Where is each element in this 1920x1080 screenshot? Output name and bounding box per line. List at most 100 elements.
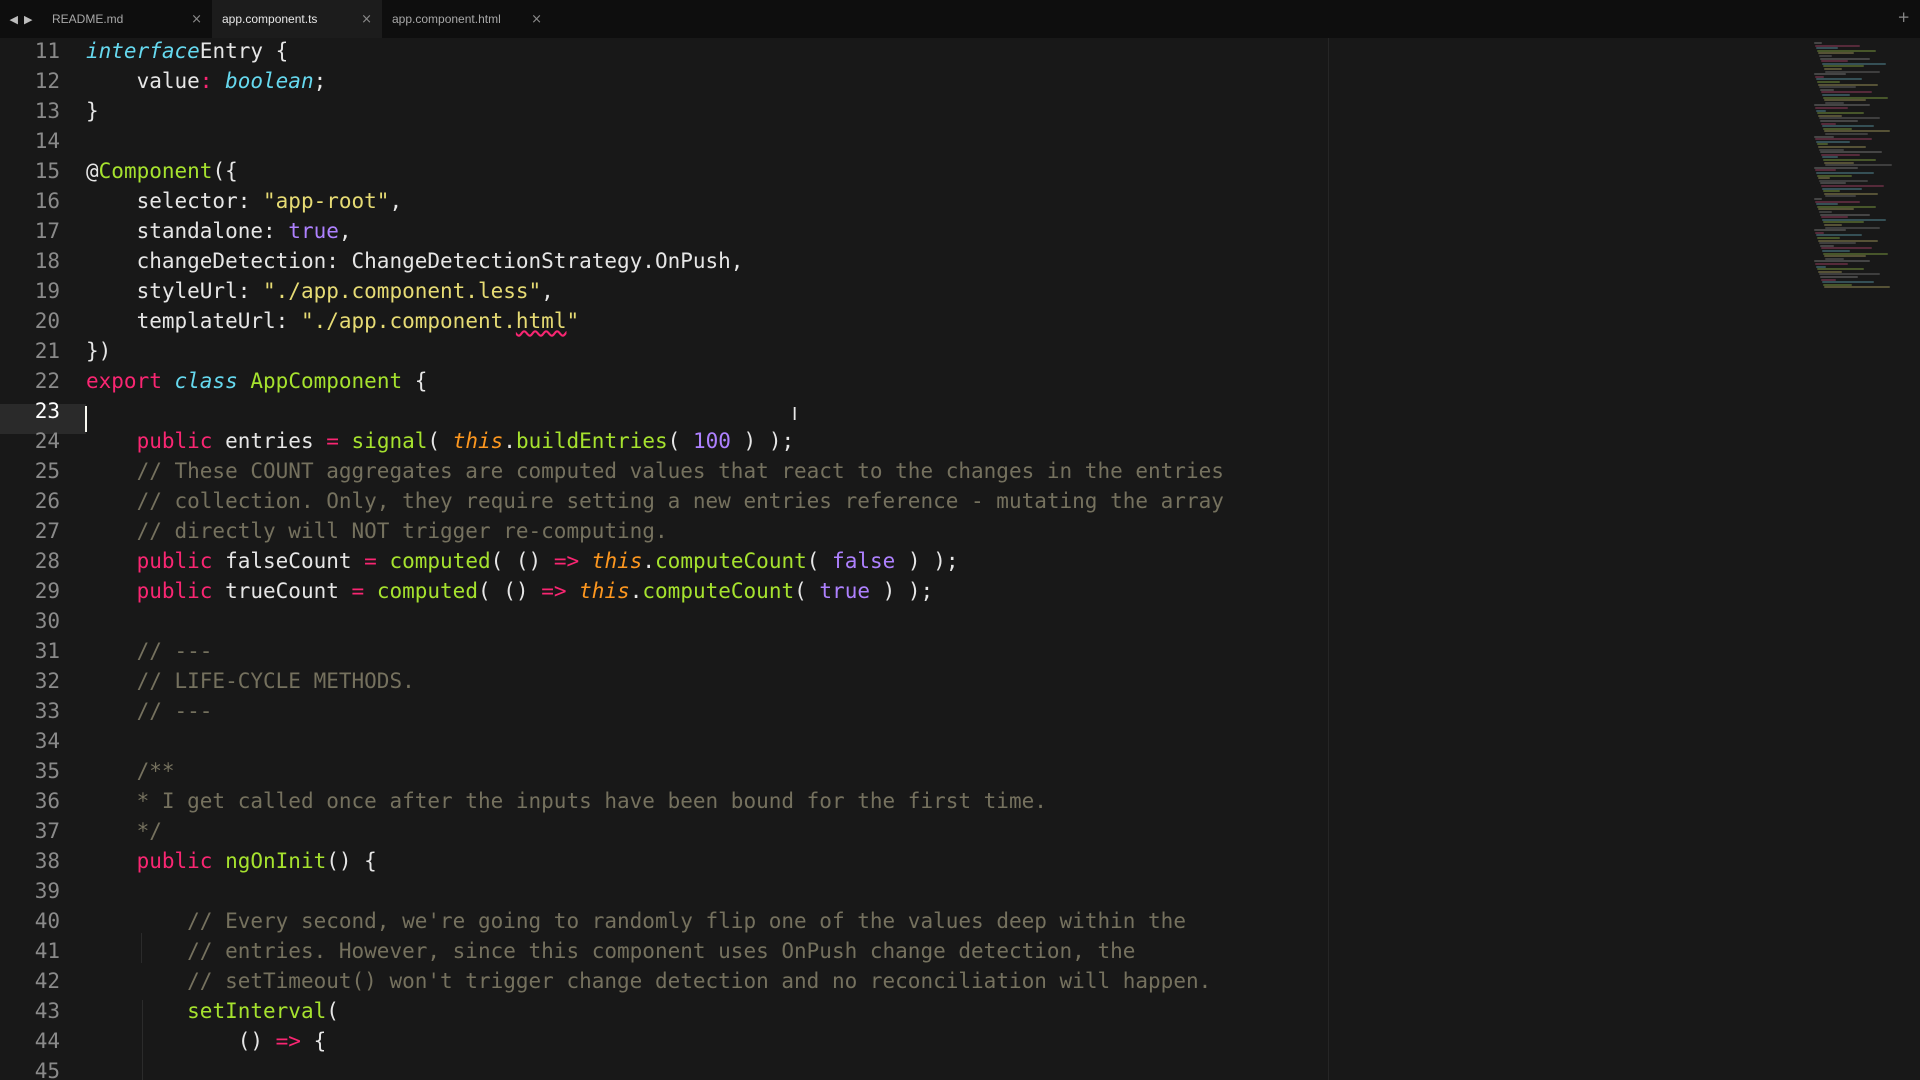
tab-readme-md[interactable]: README.md × (42, 0, 212, 38)
line-number[interactable]: 41 (0, 936, 60, 966)
code-line[interactable]: // Every second, we're going to randomly… (86, 906, 1186, 936)
line-number-gutter[interactable]: 11 12 13 14 15 16 17 18 19 20 21 22 23 24 25 26 27 28 29 30… (0, 38, 76, 1080)
line-number[interactable]: 25 (0, 456, 60, 486)
code-token: { (402, 369, 428, 393)
code-line[interactable]: value: boolean; (86, 66, 327, 96)
line-number[interactable]: 45 (0, 1056, 60, 1080)
code-token: // Every second, we're going to randomly… (187, 909, 1186, 933)
code-line[interactable]: // LIFE-CYCLE METHODS. (86, 666, 415, 696)
close-icon[interactable]: × (191, 12, 202, 27)
line-number[interactable]: 21 (0, 336, 60, 366)
line-number[interactable]: 23 (0, 396, 60, 426)
close-icon[interactable]: × (531, 12, 542, 27)
back-arrow-icon[interactable]: ◀ (10, 13, 18, 26)
line-number[interactable]: 30 (0, 606, 60, 636)
line-number[interactable]: 26 (0, 486, 60, 516)
code-line[interactable]: changeDetection: ChangeDetectionStrategy… (86, 246, 744, 276)
code-line[interactable]: standalone: true, (86, 216, 352, 246)
line-number[interactable]: 33 (0, 696, 60, 726)
code-token: }) (86, 339, 112, 363)
code-line[interactable]: () => { (86, 1026, 327, 1056)
line-number[interactable]: 29 (0, 576, 60, 606)
code-line[interactable]: }) (86, 336, 111, 366)
minimap-line (1815, 138, 1872, 141)
code-token: setInterval (187, 999, 327, 1023)
code-line[interactable]: // directly will NOT trigger re-computin… (86, 516, 668, 546)
minimap-line (1821, 216, 1848, 219)
code-line[interactable]: export class AppComponent { (86, 366, 427, 396)
line-number[interactable]: 13 (0, 96, 60, 126)
code-text-area[interactable]: interfaceEntry { value: boolean;} @Compon… (86, 38, 1326, 1080)
code-line[interactable]: // setTimeout() won't trigger change det… (86, 966, 1211, 996)
line-number[interactable]: 24 (0, 426, 60, 456)
code-line[interactable]: public ngOnInit() { (86, 846, 377, 876)
line-number[interactable]: 43 (0, 996, 60, 1026)
code-line[interactable]: // --- (86, 636, 213, 666)
forward-arrow-icon[interactable]: ▶ (24, 13, 32, 26)
code-token: computed (389, 549, 491, 573)
line-number[interactable]: 18 (0, 246, 60, 276)
code-line[interactable]: public trueCount = computed( () => this.… (86, 576, 934, 606)
code-token: { (300, 1029, 327, 1053)
code-line[interactable]: setInterval( (86, 996, 339, 1026)
code-line[interactable]: // These COUNT aggregates are computed v… (86, 456, 1224, 486)
line-number[interactable]: 31 (0, 636, 60, 666)
line-number[interactable]: 44 (0, 1026, 60, 1056)
line-number[interactable]: 22 (0, 366, 60, 396)
close-icon[interactable]: × (361, 12, 372, 27)
line-number[interactable]: 19 (0, 276, 60, 306)
line-number[interactable]: 20 (0, 306, 60, 336)
line-number[interactable]: 15 (0, 156, 60, 186)
minimap-line (1819, 86, 1856, 89)
minimap-line (1817, 81, 1840, 83)
code-line[interactable]: } (86, 96, 99, 126)
line-number[interactable]: 34 (0, 726, 60, 756)
code-line[interactable]: */ (86, 816, 162, 846)
minimap[interactable] (1810, 38, 1920, 298)
line-number[interactable]: 32 (0, 666, 60, 696)
code-line[interactable]: // entries. However, since this componen… (86, 936, 1135, 966)
line-number[interactable]: 12 (0, 66, 60, 96)
code-editor[interactable]: 11 12 13 14 15 16 17 18 19 20 21 22 23 24 25 26 27 28 29 30… (0, 38, 1920, 1080)
line-number[interactable]: 35 (0, 756, 60, 786)
code-line[interactable]: /** (86, 756, 175, 786)
code-line[interactable]: selector: "app-root", (86, 186, 403, 216)
code-token: . (503, 429, 516, 453)
code-line[interactable]: styleUrl: "./app.component.less", (86, 276, 554, 306)
minimap-line (1822, 94, 1850, 96)
code-line[interactable]: public entries = signal( this.buildEntri… (86, 426, 795, 456)
tab-label: README.md (52, 12, 124, 26)
line-number[interactable]: 27 (0, 516, 60, 546)
line-number[interactable]: 17 (0, 216, 60, 246)
code-line[interactable]: @Component({ (86, 156, 238, 186)
line-number[interactable]: 42 (0, 966, 60, 996)
code-token: @ (86, 159, 99, 183)
tab-app-component-ts[interactable]: app.component.ts × (212, 0, 382, 38)
line-number[interactable]: 37 (0, 816, 60, 846)
line-number[interactable]: 28 (0, 546, 60, 576)
line-number[interactable]: 40 (0, 906, 60, 936)
code-token: selector: (136, 189, 264, 213)
code-token: . (629, 579, 643, 603)
line-number[interactable]: 38 (0, 846, 60, 876)
code-line[interactable]: * I get called once after the inputs hav… (86, 786, 1047, 816)
code-line[interactable]: // --- (86, 696, 213, 726)
line-number[interactable]: 14 (0, 126, 60, 156)
code-token: true (288, 219, 339, 243)
new-tab-plus-icon[interactable]: + (1897, 8, 1910, 26)
minimap-line (1817, 268, 1864, 271)
code-line[interactable]: templateUrl: "./app.component.html" (86, 306, 580, 336)
line-number[interactable]: 36 (0, 786, 60, 816)
code-line[interactable]: // collection. Only, they require settin… (86, 486, 1224, 516)
code-line[interactable]: interfaceEntry { (86, 38, 288, 66)
code-line[interactable]: public falseCount = computed( () => this… (86, 546, 959, 576)
line-number[interactable]: 16 (0, 186, 60, 216)
tab-app-component-html[interactable]: app.component.html × (382, 0, 552, 38)
line-number[interactable]: 11 (0, 36, 60, 66)
line-number[interactable]: 39 (0, 876, 60, 906)
code-token: false (832, 549, 896, 573)
